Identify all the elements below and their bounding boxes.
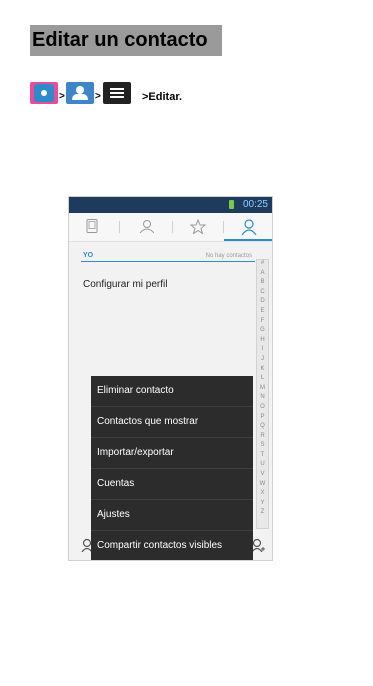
index-letter[interactable]: N: [257, 394, 268, 404]
menu-item-label: Compartir contactos visibles: [97, 540, 223, 551]
tab-favorites[interactable]: [173, 213, 223, 241]
index-letter[interactable]: Z: [257, 509, 268, 519]
menu-item-label: Ajustes: [97, 509, 130, 520]
index-letter[interactable]: X: [257, 490, 268, 500]
index-letter[interactable]: K: [257, 366, 268, 376]
star-icon: [190, 219, 206, 234]
index-letter[interactable]: D: [257, 298, 268, 308]
menu-item-delete-contact[interactable]: Eliminar contacto: [91, 376, 253, 407]
battery-icon: [229, 200, 234, 209]
index-letter[interactable]: U: [257, 461, 268, 471]
index-letter[interactable]: O: [257, 404, 268, 414]
tab-groups[interactable]: [121, 213, 171, 241]
index-letter[interactable]: T: [257, 452, 268, 462]
index-letter[interactable]: #: [257, 260, 268, 270]
no-contacts-text: No hay contactos: [205, 253, 252, 259]
options-menu: Eliminar contacto Contactos que mostrar …: [91, 376, 253, 560]
contacts-app-icon: [66, 82, 94, 104]
index-letter[interactable]: W: [257, 481, 268, 491]
app-launcher-icon: [30, 82, 58, 104]
index-letter[interactable]: C: [257, 289, 268, 299]
status-time: 00:25: [242, 199, 268, 210]
section-label-me: YO: [83, 252, 94, 259]
menu-item-label: Importar/exportar: [97, 447, 174, 458]
menu-item-label: Contactos que mostrar: [97, 416, 199, 427]
index-letter[interactable]: B: [257, 279, 268, 289]
index-letter[interactable]: R: [257, 433, 268, 443]
setup-profile-item[interactable]: Configurar mi perfil: [83, 279, 167, 290]
index-letter[interactable]: M: [257, 385, 268, 395]
add-contact-icon[interactable]: [251, 538, 265, 552]
section-divider: [81, 261, 255, 262]
tab-phone[interactable]: [69, 213, 119, 241]
index-letter[interactable]: A: [257, 270, 268, 280]
index-letter[interactable]: G: [257, 327, 268, 337]
index-letter[interactable]: I: [257, 346, 268, 356]
index-letter[interactable]: V: [257, 471, 268, 481]
menu-key-icon: [103, 82, 131, 104]
phone-icon: [86, 219, 98, 233]
index-letter[interactable]: Y: [257, 500, 268, 510]
menu-item-contacts-to-show[interactable]: Contactos que mostrar: [91, 407, 253, 438]
tab-bar: [69, 213, 272, 242]
step-edit-label: >Editar.: [142, 91, 183, 103]
menu-item-label: Cuentas: [97, 478, 135, 489]
index-letter[interactable]: S: [257, 442, 268, 452]
index-letter[interactable]: Q: [257, 423, 268, 433]
menu-item-share-visible-contacts[interactable]: Compartir contactos visibles: [91, 531, 253, 560]
index-letter[interactable]: L: [257, 375, 268, 385]
alphabet-index-bar[interactable]: # A B C D E F G H I J K L M N O P Q R S …: [256, 259, 269, 529]
groups-icon: [139, 220, 154, 233]
step-separator: >: [59, 91, 65, 102]
menu-item-settings[interactable]: Ajustes: [91, 500, 253, 531]
status-bar: 00:25: [69, 197, 272, 213]
index-letter[interactable]: P: [257, 414, 268, 424]
active-tab-indicator: [224, 239, 272, 241]
index-letter[interactable]: J: [257, 356, 268, 366]
index-letter[interactable]: E: [257, 308, 268, 318]
step-separator: >: [95, 91, 101, 102]
menu-item-accounts[interactable]: Cuentas: [91, 469, 253, 500]
page-title: Editar un contacto: [32, 29, 208, 51]
person-icon: [241, 219, 257, 235]
menu-item-label: Eliminar contacto: [97, 385, 174, 396]
phone-screenshot: 00:25 YO No hay contactos Configurar mi …: [68, 196, 273, 561]
menu-item-import-export[interactable]: Importar/exportar: [91, 438, 253, 469]
index-letter[interactable]: H: [257, 337, 268, 347]
index-letter[interactable]: F: [257, 318, 268, 328]
tab-contacts[interactable]: [224, 213, 272, 241]
